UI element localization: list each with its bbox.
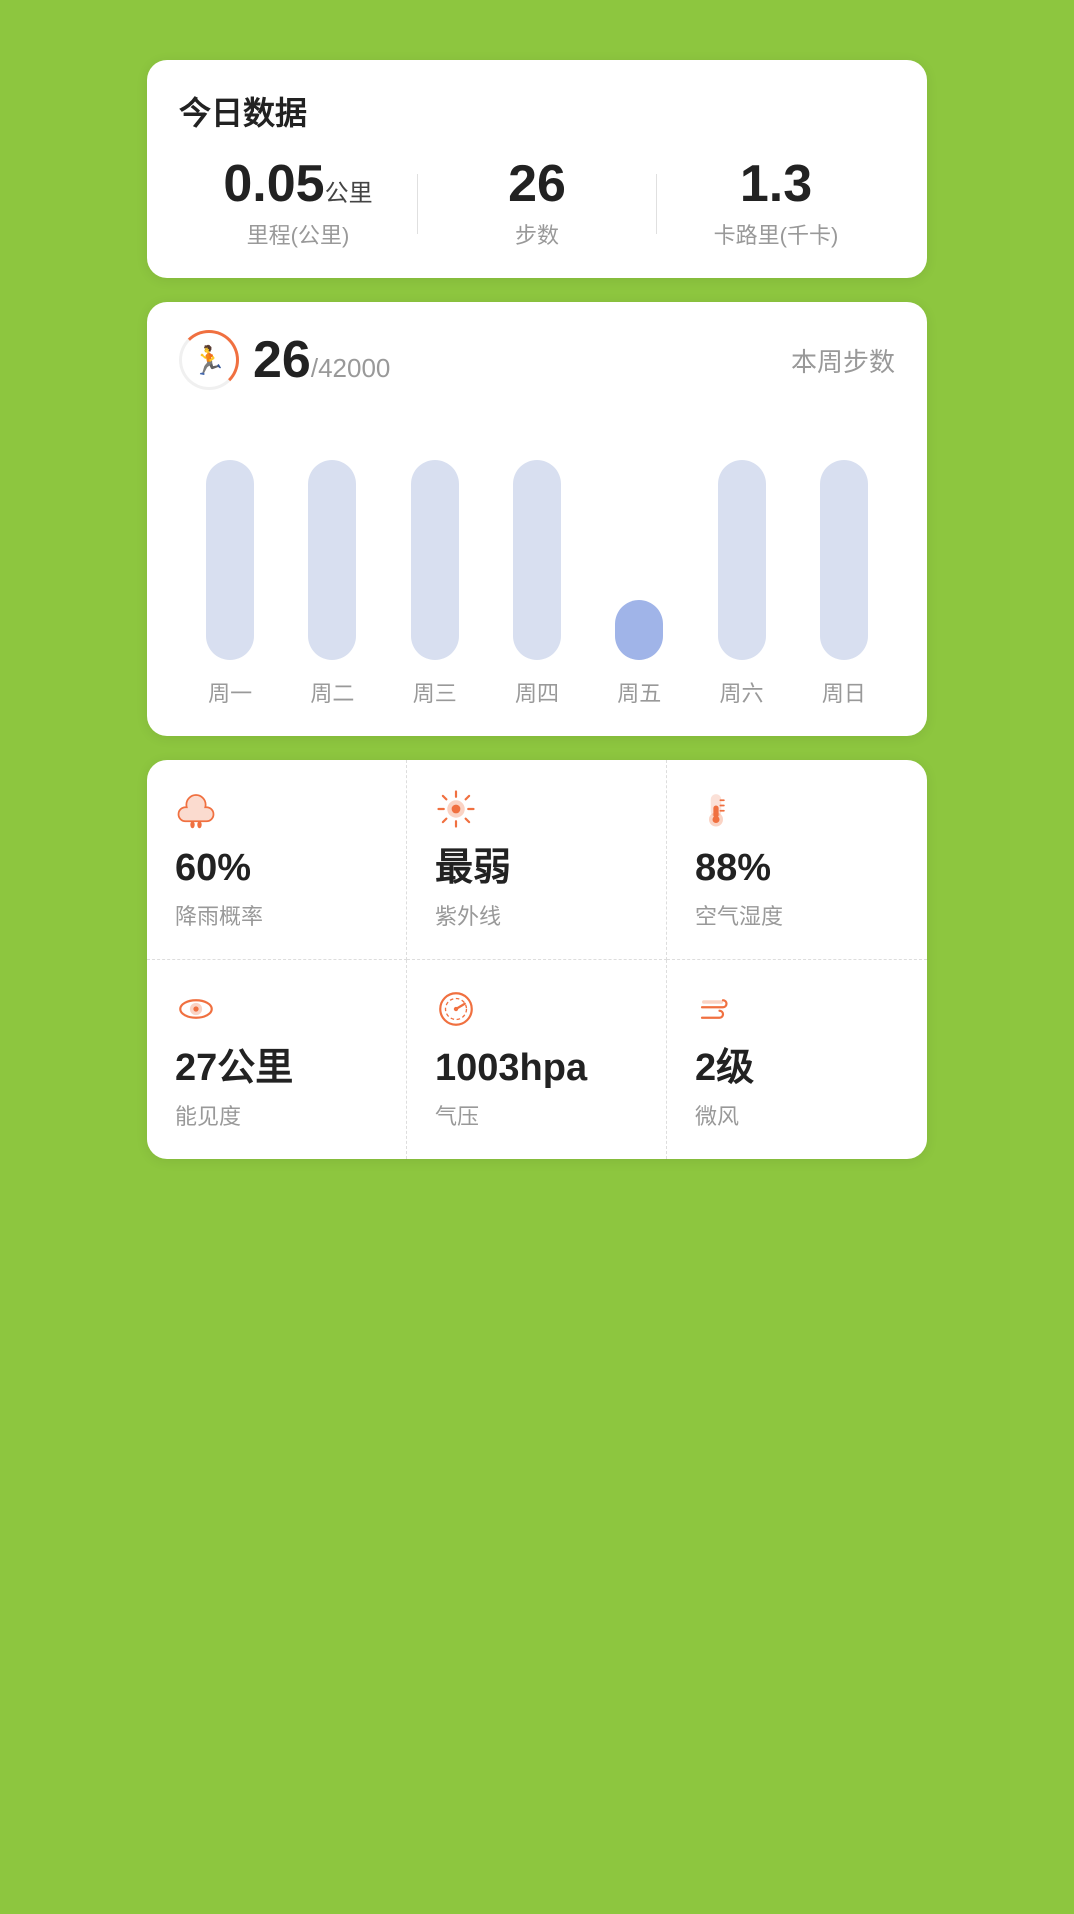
bar-col-3	[486, 420, 588, 660]
weather-value-3: 27公里	[175, 1049, 386, 1087]
bar-day-label-1: 周二	[281, 676, 383, 708]
weather-label-5: 微风	[695, 1099, 907, 1131]
bar-day-label-0: 周一	[179, 676, 281, 708]
distance-value: 0.05公里	[223, 158, 372, 210]
weather-label-3: 能见度	[175, 1099, 386, 1131]
weather-value-2: 88%	[695, 849, 907, 887]
bar-col-4	[588, 420, 690, 660]
rain-icon	[175, 788, 386, 837]
weather-cell-5: 2级微风	[667, 960, 927, 1159]
uv-icon	[435, 788, 646, 837]
weather-value-1: 最弱	[435, 849, 646, 887]
bar-col-0	[179, 420, 281, 660]
bar-days-row: 周一周二周三周四周五周六周日	[179, 676, 895, 708]
bar-chart	[179, 420, 895, 660]
week-label: 本周步数	[791, 342, 895, 379]
steps-display: 26/42000	[253, 330, 390, 390]
current-steps: 26	[253, 331, 311, 389]
weather-value-0: 60%	[175, 849, 386, 887]
weather-label-4: 气压	[435, 1099, 646, 1131]
today-stats-row: 0.05公里 里程(公里) 26 步数 1.3 卡路里(千卡)	[179, 158, 895, 250]
bar-col-5	[690, 420, 792, 660]
bar-0	[206, 460, 254, 660]
steps-stat: 26 步数	[418, 158, 656, 250]
bar-1	[308, 460, 356, 660]
weather-cell-0: 60% 降雨概率	[147, 760, 407, 960]
eye-icon	[175, 988, 386, 1037]
steps-value: 26	[508, 158, 566, 210]
steps-label: 步数	[515, 218, 559, 250]
steps-info: 🏃 26/42000	[179, 330, 390, 390]
bar-day-label-3: 周四	[486, 676, 588, 708]
bar-col-6	[793, 420, 895, 660]
weather-label-0: 降雨概率	[175, 899, 386, 931]
today-data-title: 今日数据	[179, 88, 895, 134]
weather-card: 60%降雨概率 最弱紫外线 88%空气湿度 27公里能见度 1003hpa气压 …	[147, 760, 927, 1159]
bar-day-label-6: 周日	[793, 676, 895, 708]
bar-2	[411, 460, 459, 660]
bar-col-1	[281, 420, 383, 660]
bar-day-label-4: 周五	[588, 676, 690, 708]
bar-6	[820, 460, 868, 660]
weather-label-1: 紫外线	[435, 899, 646, 931]
calories-value: 1.3	[740, 158, 812, 210]
bar-5	[718, 460, 766, 660]
weather-value-4: 1003hpa	[435, 1049, 646, 1087]
runner-icon: 🏃	[179, 330, 239, 390]
distance-label: 里程(公里)	[247, 218, 350, 250]
distance-stat: 0.05公里 里程(公里)	[179, 158, 417, 250]
weekly-steps-header: 🏃 26/42000 本周步数	[179, 330, 895, 390]
weekly-steps-card: 🏃 26/42000 本周步数 周一周二周三周四周五周六周日	[147, 302, 927, 736]
weather-cell-1: 最弱紫外线	[407, 760, 667, 960]
weather-cell-2: 88% 空气湿度	[667, 760, 927, 960]
weather-label-2: 空气湿度	[695, 899, 907, 931]
weather-cell-4: 1003hpa 气压	[407, 960, 667, 1159]
today-data-card: 今日数据 0.05公里 里程(公里) 26 步数 1.3 卡路里(千卡)	[147, 60, 927, 278]
bar-col-2	[384, 420, 486, 660]
calories-stat: 1.3 卡路里(千卡)	[657, 158, 895, 250]
bar-4	[615, 600, 663, 660]
bar-day-label-2: 周三	[384, 676, 486, 708]
calories-label: 卡路里(千卡)	[714, 218, 839, 250]
total-steps: /42000	[311, 353, 391, 383]
wind-icon	[695, 988, 907, 1037]
thermometer-icon	[695, 788, 907, 837]
weather-value-5: 2级	[695, 1049, 907, 1087]
pressure-icon	[435, 988, 646, 1037]
weather-cell-3: 27公里能见度	[147, 960, 407, 1159]
weather-grid: 60%降雨概率 最弱紫外线 88%空气湿度 27公里能见度 1003hpa气压 …	[147, 760, 927, 1159]
bar-3	[513, 460, 561, 660]
bar-day-label-5: 周六	[690, 676, 792, 708]
